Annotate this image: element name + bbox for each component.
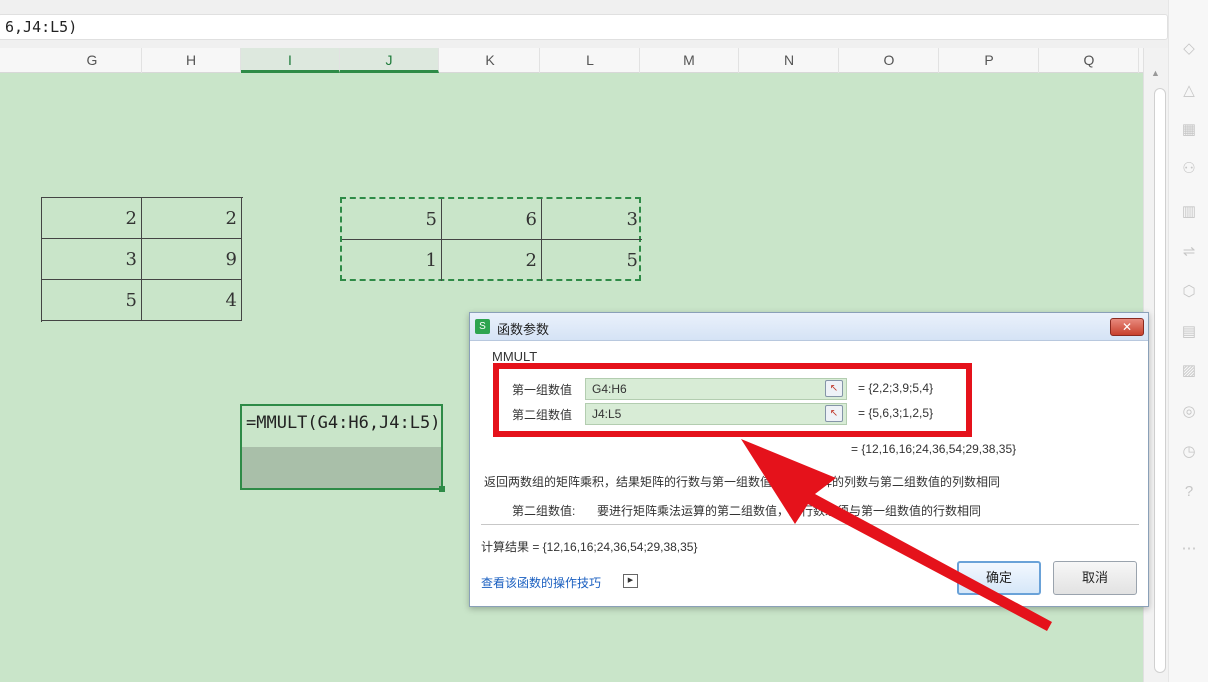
matrix-b-range[interactable]: 5 6 3 1 2 5 bbox=[340, 197, 642, 281]
chart-icon[interactable]: ▥ bbox=[1180, 203, 1198, 221]
formula-bar: 6,J4:L5) bbox=[0, 0, 1208, 48]
function-arguments-dialog: S 函数参数 ✕ MMULT 第一组数值 G4:H6 ↖ = {2,2;3,9;… bbox=[469, 312, 1149, 607]
help-icon[interactable]: ? bbox=[1180, 483, 1198, 501]
scroll-up-arrow-icon[interactable]: ▲ bbox=[1151, 68, 1160, 78]
cell-l4[interactable]: 3 bbox=[542, 199, 642, 240]
argument-description: 要进行矩阵乘法运算的第二组数值，其行数必须与第一组数值的行数相同 bbox=[597, 504, 982, 518]
divider bbox=[481, 524, 1139, 525]
more-icon[interactable]: ⋯ bbox=[1180, 540, 1198, 558]
right-tool-panel: ◇ △ ▦ ⚇ ▥ ⇌ ⬡ ▤ ▨ ◎ ◷ ? ⋯ bbox=[1168, 0, 1208, 682]
column-j[interactable]: J bbox=[340, 48, 439, 73]
cell-g6[interactable]: 5 bbox=[42, 280, 142, 321]
column-k[interactable]: K bbox=[441, 48, 540, 73]
image-icon[interactable]: ▨ bbox=[1180, 362, 1198, 380]
table-icon[interactable]: ▦ bbox=[1180, 121, 1198, 139]
formula-input[interactable]: 6,J4:L5) bbox=[0, 14, 1168, 40]
column-n[interactable]: N bbox=[740, 48, 839, 73]
fill-icon[interactable]: ◇ bbox=[1180, 40, 1198, 58]
shape-icon[interactable]: △ bbox=[1180, 82, 1198, 100]
cell-h4[interactable]: 2 bbox=[142, 198, 242, 239]
calculation-result: 计算结果 = {12,16,16;24,36,54;29,38,35} bbox=[481, 540, 698, 554]
compass-icon[interactable]: ◎ bbox=[1180, 403, 1198, 421]
cell-k4[interactable]: 6 bbox=[442, 199, 542, 240]
cancel-button[interactable]: 取消 bbox=[1053, 561, 1137, 595]
column-h[interactable]: H bbox=[142, 48, 241, 73]
transform-icon[interactable]: ⬡ bbox=[1180, 283, 1198, 301]
formula-cell-text: =MMULT(G4:H6,J4:L5) bbox=[246, 413, 441, 433]
spreadsheet-app-icon: S bbox=[475, 319, 490, 334]
fill-handle[interactable] bbox=[439, 486, 445, 492]
style-icon[interactable]: ⇌ bbox=[1180, 243, 1198, 261]
result-preview: = {12,16,16;24,36,54;29,38,35} bbox=[851, 442, 1017, 456]
column-g[interactable]: G bbox=[43, 48, 142, 73]
cell-g5[interactable]: 3 bbox=[42, 239, 142, 280]
ok-button[interactable]: 确定 bbox=[957, 561, 1041, 595]
cell-l5[interactable]: 5 bbox=[542, 240, 642, 281]
cell-g4[interactable]: 2 bbox=[42, 198, 142, 239]
function-description: 返回两数组的矩阵乘积，结果矩阵的行数与第一组数值相同，矩阵的列数与第二组数值的列… bbox=[484, 475, 1001, 489]
cell-h5[interactable]: 9 bbox=[142, 239, 242, 280]
column-l[interactable]: L bbox=[541, 48, 640, 73]
argument-description-label: 第二组数值: bbox=[512, 504, 576, 518]
selected-range-fill bbox=[242, 447, 441, 488]
play-video-icon[interactable]: ▶ bbox=[623, 574, 638, 588]
cell-h6[interactable]: 4 bbox=[142, 280, 242, 321]
column-p[interactable]: P bbox=[940, 48, 1039, 73]
red-highlight-box bbox=[493, 363, 972, 437]
column-header: G H I J K L M N O P Q bbox=[0, 48, 1143, 73]
column-o[interactable]: O bbox=[840, 48, 939, 73]
column-q[interactable]: Q bbox=[1040, 48, 1139, 73]
help-link[interactable]: 查看该函数的操作技巧 bbox=[481, 574, 601, 591]
history-icon[interactable]: ◷ bbox=[1180, 443, 1198, 461]
column-m[interactable]: M bbox=[640, 48, 739, 73]
scroll-thumb[interactable] bbox=[1154, 88, 1166, 673]
sort-icon[interactable]: ⚇ bbox=[1180, 160, 1198, 178]
matrix-a-range[interactable]: 2 2 3 9 5 4 bbox=[41, 197, 243, 322]
cell-j4[interactable]: 5 bbox=[342, 199, 442, 240]
cell-j5[interactable]: 1 bbox=[342, 240, 442, 281]
formula-cell-i9[interactable]: =MMULT(G4:H6,J4:L5) bbox=[240, 404, 445, 492]
dialog-title: 函数参数 bbox=[497, 322, 550, 337]
close-button[interactable]: ✕ bbox=[1110, 318, 1144, 336]
cell-k5[interactable]: 2 bbox=[442, 240, 542, 281]
column-i[interactable]: I bbox=[241, 48, 340, 73]
card-icon[interactable]: ▤ bbox=[1180, 323, 1198, 341]
function-name: MMULT bbox=[492, 349, 538, 364]
dialog-titlebar[interactable]: S 函数参数 ✕ bbox=[470, 313, 1148, 341]
